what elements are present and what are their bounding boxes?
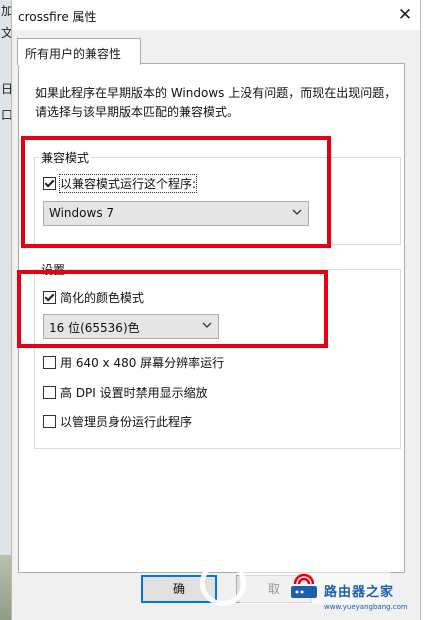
watermark-url: www.yueyangbang.com (324, 603, 408, 611)
run-admin-checkbox[interactable]: 以管理员身份运行此程序 (43, 413, 192, 430)
res-640-label: 用 640 x 480 屏幕分辨率运行 (60, 356, 225, 370)
description-line: 请选择与该早期版本匹配的兼容模式。 (35, 105, 240, 119)
close-icon[interactable]: ✕ (390, 0, 420, 30)
watermark-name: 路由器之家 (324, 585, 395, 600)
checkbox-box-icon (43, 356, 56, 369)
highlight-reduced-color (17, 270, 328, 348)
background-desktop (0, 555, 11, 620)
res-640-checkbox[interactable]: 用 640 x 480 屏幕分辨率运行 (43, 354, 224, 371)
checkbox-box-icon (43, 415, 56, 428)
window-title: crossfire 属性 (18, 10, 97, 24)
high-dpi-checkbox[interactable]: 高 DPI 设置时禁用显示缩放 (43, 384, 208, 401)
tab-compatibility-all-users[interactable]: 所有用户的兼容性 (17, 38, 141, 65)
run-admin-label: 以管理员身份运行此程序 (60, 415, 193, 429)
description-line: 如果此程序在早期版本的 Windows 上没有问题，而现在出现问题， (35, 86, 397, 100)
description-text: 如果此程序在早期版本的 Windows 上没有问题，而现在出现问题， 请选择与该… (35, 84, 405, 122)
highlight-compat-mode (21, 136, 331, 248)
router-logo-icon (291, 573, 317, 598)
tab-label: 所有用户的兼容性 (25, 47, 122, 61)
high-dpi-label: 高 DPI 设置时禁用显示缩放 (60, 386, 208, 400)
checkbox-box-icon (43, 386, 56, 399)
title-bar: crossfire 属性 ✕ (12, 0, 420, 30)
watermark-ring-icon (200, 560, 246, 606)
